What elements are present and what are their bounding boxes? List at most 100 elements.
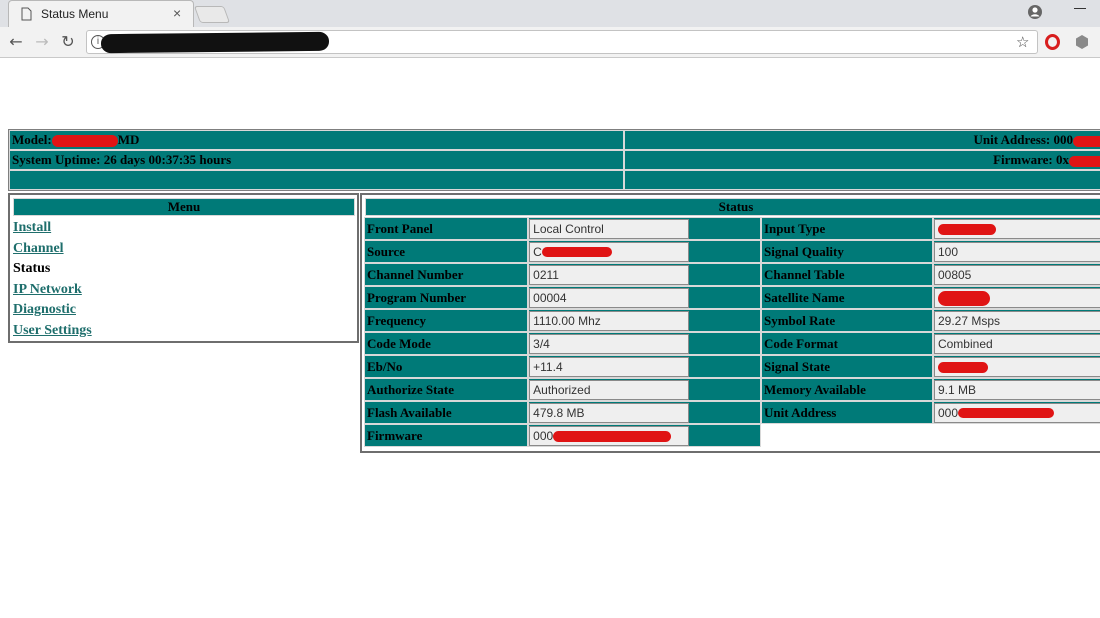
source-value: C bbox=[529, 241, 690, 262]
satellite-name-value bbox=[933, 287, 1100, 308]
field-label: Eb/No bbox=[364, 355, 529, 378]
field-label: Frequency bbox=[364, 309, 529, 332]
frequency-value: 1110.00 Mhz bbox=[529, 310, 690, 331]
browser-tab[interactable]: Status Menu × bbox=[8, 0, 194, 27]
profile-icon[interactable] bbox=[1027, 4, 1043, 20]
status-table: Front Panel Local Control Input Type Sou… bbox=[364, 217, 1100, 447]
menu-panel: Menu Install Channel Status IP Network D… bbox=[8, 193, 359, 343]
redacted-value bbox=[937, 361, 988, 373]
bookmark-star-icon[interactable]: ☆ bbox=[1016, 33, 1029, 51]
empty-cell bbox=[760, 424, 1100, 447]
firmware-label: Firmware: 0x bbox=[993, 152, 1069, 167]
program-number-value: 00004 bbox=[529, 287, 690, 308]
model-cell: Model: MD bbox=[9, 130, 624, 150]
table-row: Program Number 00004 Satellite Name bbox=[364, 286, 1100, 309]
uptime-cell: System Uptime: 26 days 00:37:35 hours bbox=[9, 150, 624, 170]
field-label: Memory Available bbox=[760, 378, 933, 401]
unit-address-cell: Unit Address: 000 bbox=[624, 130, 1100, 150]
symbol-rate-value: 29.27 Msps bbox=[933, 310, 1100, 331]
redacted-value bbox=[541, 247, 612, 258]
browser-toolbar: ← → ↻ i bbox=[0, 27, 1100, 58]
empty-header-cell bbox=[624, 170, 1100, 190]
front-panel-value: Local Control bbox=[529, 218, 690, 239]
field-label: Signal Quality bbox=[760, 240, 933, 263]
empty-header-cell bbox=[9, 170, 624, 190]
opera-extension-icon[interactable] bbox=[1045, 34, 1060, 50]
status-title: Status bbox=[365, 198, 1100, 216]
field-label: Satellite Name bbox=[760, 286, 933, 309]
eb-no-value: +11.4 bbox=[529, 356, 690, 377]
table-row: Authorize State Authorized Memory Availa… bbox=[364, 378, 1100, 401]
field-label: Source bbox=[364, 240, 529, 263]
field-label: Channel Number bbox=[364, 263, 529, 286]
forward-icon[interactable]: → bbox=[32, 32, 52, 52]
device-header: Model: MD Unit Address: 000 System Uptime… bbox=[8, 129, 1100, 191]
firmware-cell: Firmware: 0x bbox=[624, 150, 1100, 170]
unit-address-value-text: 000 bbox=[937, 405, 958, 420]
redacted-value bbox=[937, 223, 996, 235]
new-tab-button[interactable] bbox=[193, 6, 231, 23]
field-label: Code Mode bbox=[364, 332, 529, 355]
page-icon bbox=[21, 7, 32, 21]
back-icon[interactable]: ← bbox=[6, 32, 26, 52]
menu-item: User Settings bbox=[13, 321, 92, 342]
minimize-icon[interactable] bbox=[1074, 8, 1086, 9]
redacted-value bbox=[958, 408, 1054, 419]
field-label: Unit Address bbox=[760, 401, 933, 424]
field-label: Firmware bbox=[364, 424, 529, 447]
table-row: Channel Number 0211 Channel Table 00805 bbox=[364, 263, 1100, 286]
source-value-text: C bbox=[533, 244, 542, 259]
redacted-model bbox=[51, 135, 118, 148]
model-suffix: MD bbox=[117, 132, 140, 147]
menu-item: Channel bbox=[13, 239, 92, 260]
field-label: Input Type bbox=[760, 217, 933, 240]
menu-link-ip-network[interactable]: IP Network bbox=[13, 282, 82, 297]
close-tab-icon[interactable]: × bbox=[173, 5, 181, 21]
field-label: Front Panel bbox=[364, 217, 529, 240]
menu-item-status-current: Status bbox=[13, 261, 51, 276]
menu-link-diagnostic[interactable]: Diagnostic bbox=[13, 302, 76, 317]
field-label: Signal State bbox=[760, 355, 933, 378]
table-row: Eb/No +11.4 Signal State bbox=[364, 355, 1100, 378]
status-panel: Status Front Panel Local Control Input T… bbox=[360, 193, 1100, 453]
channel-number-value: 0211 bbox=[529, 264, 690, 285]
field-label: Code Format bbox=[760, 332, 933, 355]
channel-table-value: 00805 bbox=[933, 264, 1100, 285]
signal-state-value bbox=[933, 356, 1100, 377]
menu-item: Diagnostic bbox=[13, 300, 92, 321]
field-label: Authorize State bbox=[364, 378, 529, 401]
menu-link-user-settings[interactable]: User Settings bbox=[13, 323, 92, 338]
menu-link-install[interactable]: Install bbox=[13, 220, 51, 235]
table-row: Firmware 000 bbox=[364, 424, 1100, 447]
code-format-value: Combined bbox=[933, 333, 1100, 354]
flash-available-value: 479.8 MB bbox=[529, 402, 690, 423]
menu-item: IP Network bbox=[13, 280, 92, 301]
table-row: Frequency 1110.00 Mhz Symbol Rate 29.27 … bbox=[364, 309, 1100, 332]
redacted-value bbox=[937, 290, 990, 306]
redacted-unit-address bbox=[1073, 135, 1100, 147]
menu-title: Menu bbox=[13, 198, 355, 216]
authorize-state-value: Authorized bbox=[529, 379, 690, 400]
extension-icon[interactable] bbox=[1074, 34, 1090, 50]
menu-list: Install Channel Status IP Network Diagno… bbox=[13, 218, 92, 341]
unit-address-value: 000 bbox=[933, 402, 1100, 423]
firmware-value-text: 000 bbox=[533, 428, 554, 443]
table-row: Code Mode 3/4 Code Format Combined bbox=[364, 332, 1100, 355]
browser-tab-strip: Status Menu × bbox=[0, 0, 1100, 27]
table-row: Front Panel Local Control Input Type bbox=[364, 217, 1100, 240]
field-label: Flash Available bbox=[364, 401, 529, 424]
table-row: Source C Signal Quality 100 bbox=[364, 240, 1100, 263]
memory-available-value: 9.1 MB bbox=[933, 379, 1100, 400]
redacted-url bbox=[100, 31, 330, 54]
redacted-value bbox=[553, 430, 672, 442]
menu-item: Install bbox=[13, 218, 92, 239]
field-label: Program Number bbox=[364, 286, 529, 309]
address-bar[interactable]: i bbox=[86, 30, 1038, 54]
reload-icon[interactable]: ↻ bbox=[58, 32, 78, 52]
firmware-value: 000 bbox=[529, 425, 690, 446]
input-type-value bbox=[933, 218, 1100, 239]
model-label: Model: bbox=[12, 132, 52, 147]
menu-link-channel[interactable]: Channel bbox=[13, 241, 64, 256]
code-mode-value: 3/4 bbox=[529, 333, 690, 354]
unit-address-label: Unit Address: 000 bbox=[973, 132, 1073, 147]
